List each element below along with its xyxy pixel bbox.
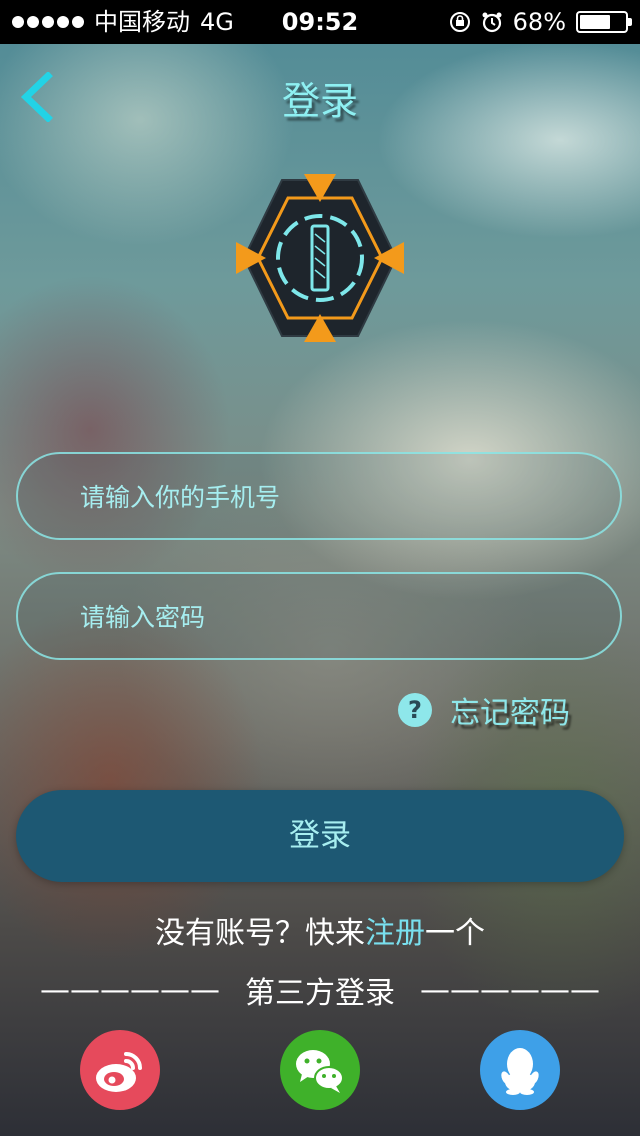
phone-field[interactable] <box>16 452 622 540</box>
register-prefix: 没有账号？快来 <box>155 916 365 951</box>
qq-icon <box>501 1048 539 1095</box>
status-right: 68% <box>449 0 632 44</box>
battery-percent: 68% <box>512 8 566 36</box>
divider-dashes-right: —————— <box>420 972 600 1008</box>
question-icon: ? <box>398 693 432 727</box>
third-party-divider: —————— 第三方登录 —————— <box>40 968 600 1012</box>
wechat-icon <box>296 1050 344 1093</box>
battery-icon <box>576 11 632 33</box>
battery-level <box>580 15 610 29</box>
status-bar: 中国移动 4G 09:52 68% <box>0 0 640 44</box>
password-field[interactable] <box>16 572 622 660</box>
phone-input[interactable] <box>78 454 602 540</box>
forgot-password-label: 忘记密码 <box>450 696 570 731</box>
divider-dashes-left: —————— <box>40 972 220 1008</box>
third-party-label: 第三方登录 <box>245 976 395 1011</box>
blurred-background <box>0 0 640 1136</box>
qq-login-button[interactable] <box>480 1030 560 1110</box>
weibo-login-button[interactable] <box>80 1030 160 1110</box>
password-input[interactable] <box>78 574 602 660</box>
weibo-icon <box>96 1052 142 1092</box>
hexagon-target-logo-icon <box>236 174 404 342</box>
wechat-login-button[interactable] <box>280 1030 360 1110</box>
register-prompt: 没有账号？快来注册一个 <box>0 908 640 952</box>
forgot-password-link[interactable]: ? 忘记密码 <box>398 688 570 732</box>
register-suffix: 一个 <box>425 916 485 951</box>
orientation-lock-icon <box>449 12 470 32</box>
register-link[interactable]: 注册 <box>365 916 425 951</box>
page-title: 登录 <box>281 79 358 123</box>
alarm-icon <box>482 12 502 33</box>
login-button[interactable]: 登录 <box>16 790 624 882</box>
